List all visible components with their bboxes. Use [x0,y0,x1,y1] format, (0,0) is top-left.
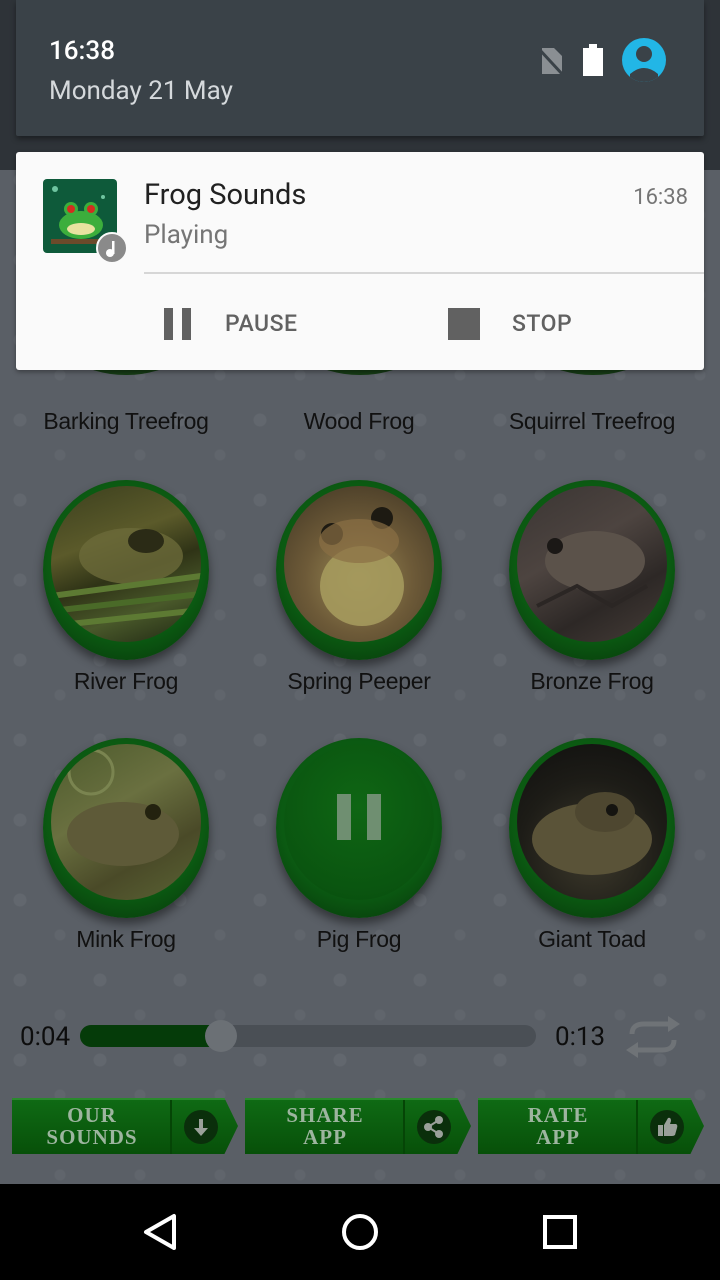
sound-button-giant-toad[interactable] [509,738,675,918]
rate-app-label-line1: RATE [527,1103,589,1127]
seek-bar-progress [80,1025,221,1047]
our-sounds-button[interactable]: OUR SOUNDS [12,1098,238,1154]
back-icon[interactable] [130,1202,190,1262]
recents-icon[interactable] [530,1202,590,1262]
frog-label: Spring Peeper [287,668,431,694]
seek-bar-thumb[interactable] [205,1020,237,1052]
pause-label: PAUSE [225,310,298,337]
music-note-icon [96,232,128,264]
frog-label: Squirrel Treefrog [508,408,676,434]
frog-label: River Frog [73,668,179,694]
user-avatar-icon[interactable] [622,38,666,82]
repeat-icon[interactable] [620,1016,686,1058]
frog-label: Barking Treefrog [43,408,209,434]
bronze-frog-photo [536,531,648,609]
pause-icon [164,308,191,340]
our-sounds-label-line1: OUR [67,1103,117,1127]
spring-peeper-photo [319,507,404,626]
date[interactable]: Monday 21 May [49,76,233,106]
frog-label: Pig Frog [316,926,402,952]
download-icon [184,1110,218,1144]
our-sounds-label-line2: SOUNDS [46,1125,138,1149]
home-icon[interactable] [330,1202,390,1262]
frog-tile: Pig Frog [249,738,469,953]
share-app-button[interactable]: SHARE APP [245,1098,471,1154]
duration-time: 0:13 [555,1022,606,1052]
sound-button-bronze-frog[interactable] [509,480,675,660]
frog-tile: Giant Toad [482,738,702,953]
frog-label: Bronze Frog [530,668,654,694]
frog-label: Mink Frog [76,926,176,952]
sound-button-river-frog[interactable] [43,480,209,660]
pause-icon [337,794,381,840]
river-frog-photo [51,528,201,629]
mink-frog-photo [67,748,179,866]
sound-button-pig-frog[interactable] [276,738,442,918]
divider [144,272,704,274]
elapsed-time: 0:04 [20,1022,71,1052]
quick-settings-header: 16:38 Monday 21 May [16,0,704,136]
thumbs-up-icon [650,1110,684,1144]
share-icon [417,1110,451,1144]
frog-label: Wood Frog [303,408,415,434]
giant-toad-photo [532,792,652,875]
clock: 16:38 [49,36,115,66]
stop-icon [448,308,480,340]
frog-label: Giant Toad [538,926,646,952]
media-notification[interactable]: Frog Sounds Playing 16:38 PAUSE STOP [16,152,704,370]
navigation-bar [0,1184,720,1280]
sound-button-spring-peeper[interactable] [276,480,442,660]
no-sim-icon [538,47,564,76]
frog-tile: Bronze Frog [482,480,702,695]
pause-button[interactable]: PAUSE [156,302,336,346]
frog-tile: Spring Peeper [249,480,469,695]
stop-button[interactable]: STOP [446,302,606,346]
share-app-label-line2: APP [303,1125,347,1149]
sound-button-mink-frog[interactable] [43,738,209,918]
frog-tile: River Frog [16,480,236,695]
rate-app-label-line2: APP [536,1125,580,1149]
rate-app-button[interactable]: RATE APP [478,1098,704,1154]
share-app-label-line1: SHARE [286,1103,364,1127]
stop-label: STOP [512,310,573,337]
notification-time: 16:38 [633,185,688,210]
notification-title: Frog Sounds [144,178,307,212]
frog-tile: Mink Frog [16,738,236,953]
notification-status: Playing [144,220,229,250]
battery-icon [583,44,603,76]
